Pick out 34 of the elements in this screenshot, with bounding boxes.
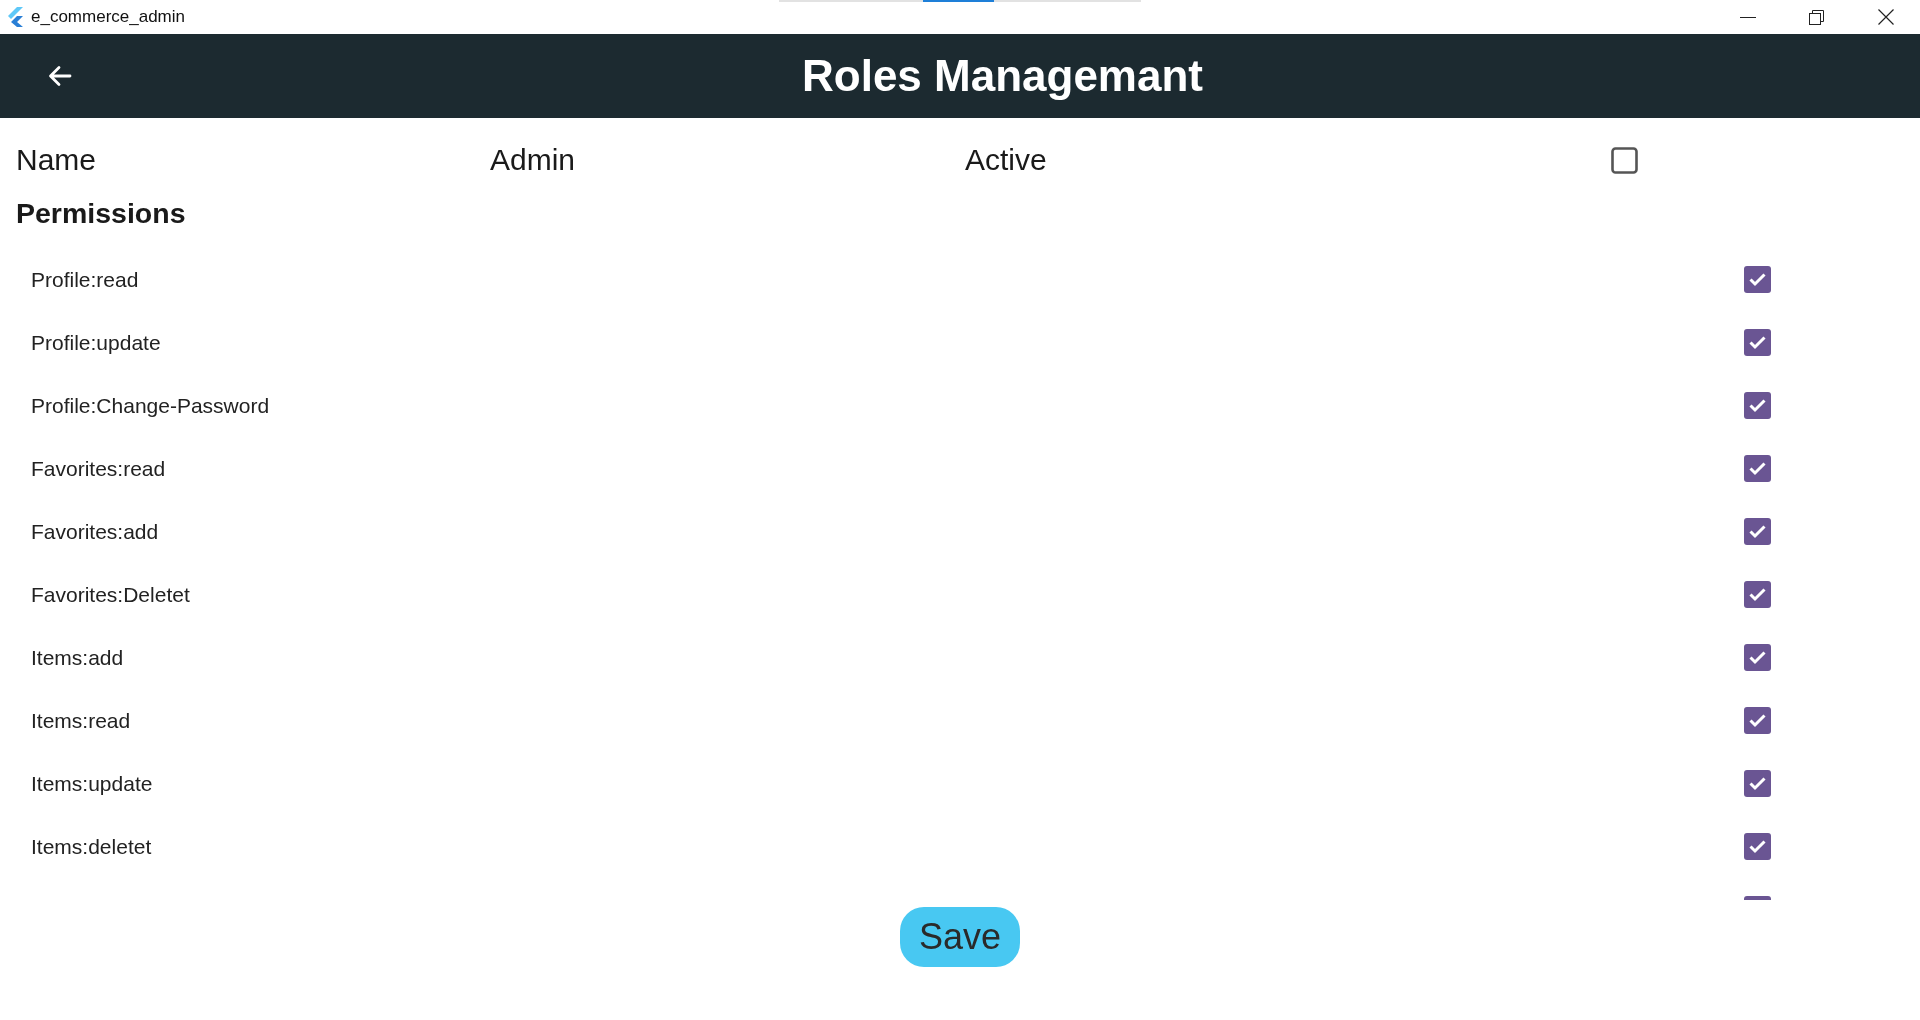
permissions-heading: Permissions	[16, 196, 186, 231]
permission-label: Favorites:Deletet	[31, 582, 190, 607]
back-arrow-icon	[48, 64, 72, 88]
permission-checkbox[interactable]	[1744, 644, 1771, 671]
close-icon	[1877, 9, 1894, 25]
permission-label: Profile:update	[31, 330, 161, 355]
active-label: Active	[965, 142, 1047, 178]
permission-label: Favorites:read	[31, 456, 166, 481]
permission-label: Items:update	[31, 771, 153, 796]
permission-checkbox[interactable]	[1744, 266, 1771, 293]
permission-checkbox[interactable]	[1744, 707, 1771, 734]
active-checkbox[interactable]	[1611, 146, 1638, 174]
permission-checkbox[interactable]	[1744, 329, 1771, 356]
permission-checkbox[interactable]	[1744, 455, 1771, 482]
permission-checkbox[interactable]	[1744, 581, 1771, 608]
restore-icon	[1809, 9, 1824, 25]
name-value: Admin	[490, 142, 576, 178]
permission-checkbox[interactable]	[1744, 392, 1771, 419]
permission-label: Items:add	[31, 645, 124, 670]
back-button[interactable]	[47, 63, 73, 89]
page-title: Roles Managemant	[802, 50, 1203, 102]
permission-checkbox[interactable]	[1744, 518, 1771, 545]
permission-label: Profile:Change-Password	[31, 393, 270, 418]
permission-label: Items:deletet	[31, 834, 152, 859]
permission-label: Favorites:add	[31, 519, 159, 544]
window-title: e_commerce_admin	[31, 7, 185, 27]
name-label: Name	[16, 142, 97, 178]
permission-label: Items:read	[31, 708, 131, 733]
app-logo-icon	[6, 7, 24, 27]
permission-checkbox[interactable]	[1744, 833, 1771, 860]
permission-checkbox[interactable]	[1744, 770, 1771, 797]
save-button[interactable]: Save	[900, 907, 1020, 967]
minimize-icon	[1739, 16, 1756, 18]
permission-label: Profile:read	[31, 267, 139, 292]
